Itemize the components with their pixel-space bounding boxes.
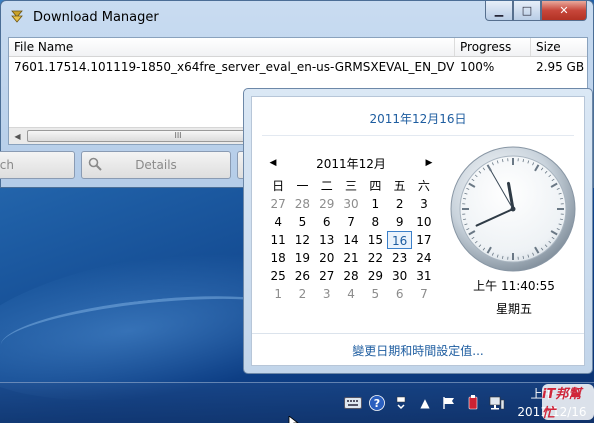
calendar-day[interactable]: 29 xyxy=(315,195,339,213)
calendar-day[interactable]: 9 xyxy=(387,213,411,231)
size-cell: 2.95 GB xyxy=(536,60,585,74)
calendar-day[interactable]: 3 xyxy=(412,195,436,213)
svg-text:?: ? xyxy=(374,397,380,410)
calendar-day[interactable]: 22 xyxy=(363,249,387,267)
keyboard-icon[interactable] xyxy=(342,393,364,413)
calendar-day[interactable]: 8 xyxy=(363,213,387,231)
calendar-day[interactable]: 10 xyxy=(412,213,436,231)
calendar-day[interactable]: 7 xyxy=(412,285,436,303)
calendar-day[interactable]: 1 xyxy=(363,195,387,213)
calendar-day[interactable]: 31 xyxy=(412,267,436,285)
calendar-day[interactable]: 27 xyxy=(315,267,339,285)
calendar-day[interactable]: 6 xyxy=(315,213,339,231)
weekday-header: 五 xyxy=(393,179,406,193)
flyout-panel: 2011年12月16日 ◀ 2011年12月 ▶ 日一二三四五六 27 28 29 30… xyxy=(251,96,585,366)
calendar-day[interactable]: 29 xyxy=(363,267,387,285)
month-label[interactable]: 2011年12月 xyxy=(280,155,422,172)
calendar-day[interactable]: 12 xyxy=(290,231,314,249)
power-icon[interactable] xyxy=(462,393,484,413)
maximize-button[interactable]: □ xyxy=(513,1,541,21)
mouse-cursor-icon xyxy=(288,412,300,423)
progress-cell: 100% xyxy=(460,60,495,74)
chevron-icon[interactable] xyxy=(390,393,412,413)
calendar-day[interactable]: 23 xyxy=(387,249,411,267)
download-app-icon xyxy=(9,9,25,25)
analog-clock xyxy=(449,145,577,273)
minimize-button[interactable]: ▁ xyxy=(485,1,513,21)
weekday-header: 一 xyxy=(296,179,309,193)
calendar-day[interactable]: 4 xyxy=(339,285,363,303)
calendar-day[interactable]: 17 xyxy=(412,231,436,249)
calendar-day[interactable]: 6 xyxy=(387,285,411,303)
calendar-nav: ◀ 2011年12月 ▶ xyxy=(266,155,436,171)
flag-icon[interactable] xyxy=(438,393,460,413)
column-header-progress[interactable]: Progress xyxy=(455,38,531,56)
calendar-day[interactable]: 4 xyxy=(266,213,290,231)
weekday-label: 星期五 xyxy=(495,302,532,316)
calendar-day[interactable]: 25 xyxy=(266,267,290,285)
next-month-icon[interactable]: ▶ xyxy=(422,158,436,168)
calendar-day[interactable]: 30 xyxy=(387,267,411,285)
calendar: ◀ 2011年12月 ▶ 日一二三四五六 27 28 29 30 1 2 3 4 5 6 7 8 9 10 1… xyxy=(266,155,436,303)
system-tray: ? ▲ xyxy=(342,393,510,413)
calendar-day[interactable]: 11 xyxy=(266,231,290,249)
calendar-day[interactable]: 21 xyxy=(339,249,363,267)
calendar-day[interactable]: 14 xyxy=(339,231,363,249)
full-date-link[interactable]: 2011年12月16日 xyxy=(252,110,584,127)
search-button-label: ch xyxy=(0,158,14,172)
table-row[interactable]: 7601.17514.101119-1850_x64fre_server_eva… xyxy=(9,57,587,77)
calendar-day[interactable]: 1 xyxy=(266,285,290,303)
calendar-day[interactable]: 24 xyxy=(412,249,436,267)
window-title: Download Manager xyxy=(33,9,159,25)
calendar-day[interactable]: 3 xyxy=(315,285,339,303)
column-header-size[interactable]: Size xyxy=(531,38,587,56)
magnifier-icon xyxy=(88,157,102,174)
details-button[interactable]: Details xyxy=(81,151,231,179)
calendar-day[interactable]: 28 xyxy=(339,267,363,285)
calendar-day[interactable]: 2 xyxy=(387,195,411,213)
calendar-day[interactable]: 13 xyxy=(315,231,339,249)
weekday-header: 日 xyxy=(272,179,285,193)
calendar-day[interactable]: 16 xyxy=(387,231,412,249)
digital-time: 上午 11:40:55 xyxy=(473,279,555,293)
watermark-logo: iT邦幫忙 xyxy=(542,384,594,421)
calendar-clock-flyout: 2011年12月16日 ◀ 2011年12月 ▶ 日一二三四五六 27 28 29 30… xyxy=(243,88,593,374)
calendar-day[interactable]: 28 xyxy=(290,195,314,213)
window-controls: ▁ □ ✕ xyxy=(485,1,587,21)
close-button[interactable]: ✕ xyxy=(541,1,587,21)
calendar-day[interactable]: 19 xyxy=(290,249,314,267)
help-icon[interactable]: ? xyxy=(366,393,388,413)
calendar-grid: 日一二三四五六 27 28 29 30 1 2 3 4 5 6 7 8 9 10 11 12 13 14 15 16 17… xyxy=(266,177,436,303)
calendar-day[interactable]: 2 xyxy=(290,285,314,303)
calendar-day[interactable]: 5 xyxy=(363,285,387,303)
details-button-label: Details xyxy=(135,158,177,172)
calendar-day[interactable]: 27 xyxy=(266,195,290,213)
prev-month-icon[interactable]: ◀ xyxy=(266,158,280,168)
weekday-header: 三 xyxy=(345,179,358,193)
weekday-header: 二 xyxy=(320,179,333,193)
calendar-day[interactable]: 18 xyxy=(266,249,290,267)
watermark-text: iT邦幫忙 xyxy=(542,387,582,421)
scroll-left-icon[interactable]: ◀ xyxy=(9,128,26,144)
calendar-day[interactable]: 26 xyxy=(290,267,314,285)
list-header: File Name Progress Size xyxy=(9,38,587,57)
file-name-cell: 7601.17514.101119-1850_x64fre_server_eva… xyxy=(14,60,455,74)
divider xyxy=(262,135,574,136)
weekday-header: 四 xyxy=(369,179,382,193)
change-date-time-settings-link[interactable]: 變更日期和時間設定值... xyxy=(252,342,584,359)
up-arrow-icon[interactable]: ▲ xyxy=(414,393,436,413)
divider xyxy=(252,333,584,334)
column-header-file-name[interactable]: File Name xyxy=(9,38,455,56)
calendar-day[interactable]: 20 xyxy=(315,249,339,267)
network-icon[interactable] xyxy=(486,393,508,413)
calendar-day[interactable]: 30 xyxy=(339,195,363,213)
search-button[interactable]: ch xyxy=(0,151,75,179)
weekday-header: 六 xyxy=(417,179,430,193)
calendar-day[interactable]: 15 xyxy=(363,231,387,249)
calendar-day[interactable]: 5 xyxy=(290,213,314,231)
calendar-day[interactable]: 7 xyxy=(339,213,363,231)
